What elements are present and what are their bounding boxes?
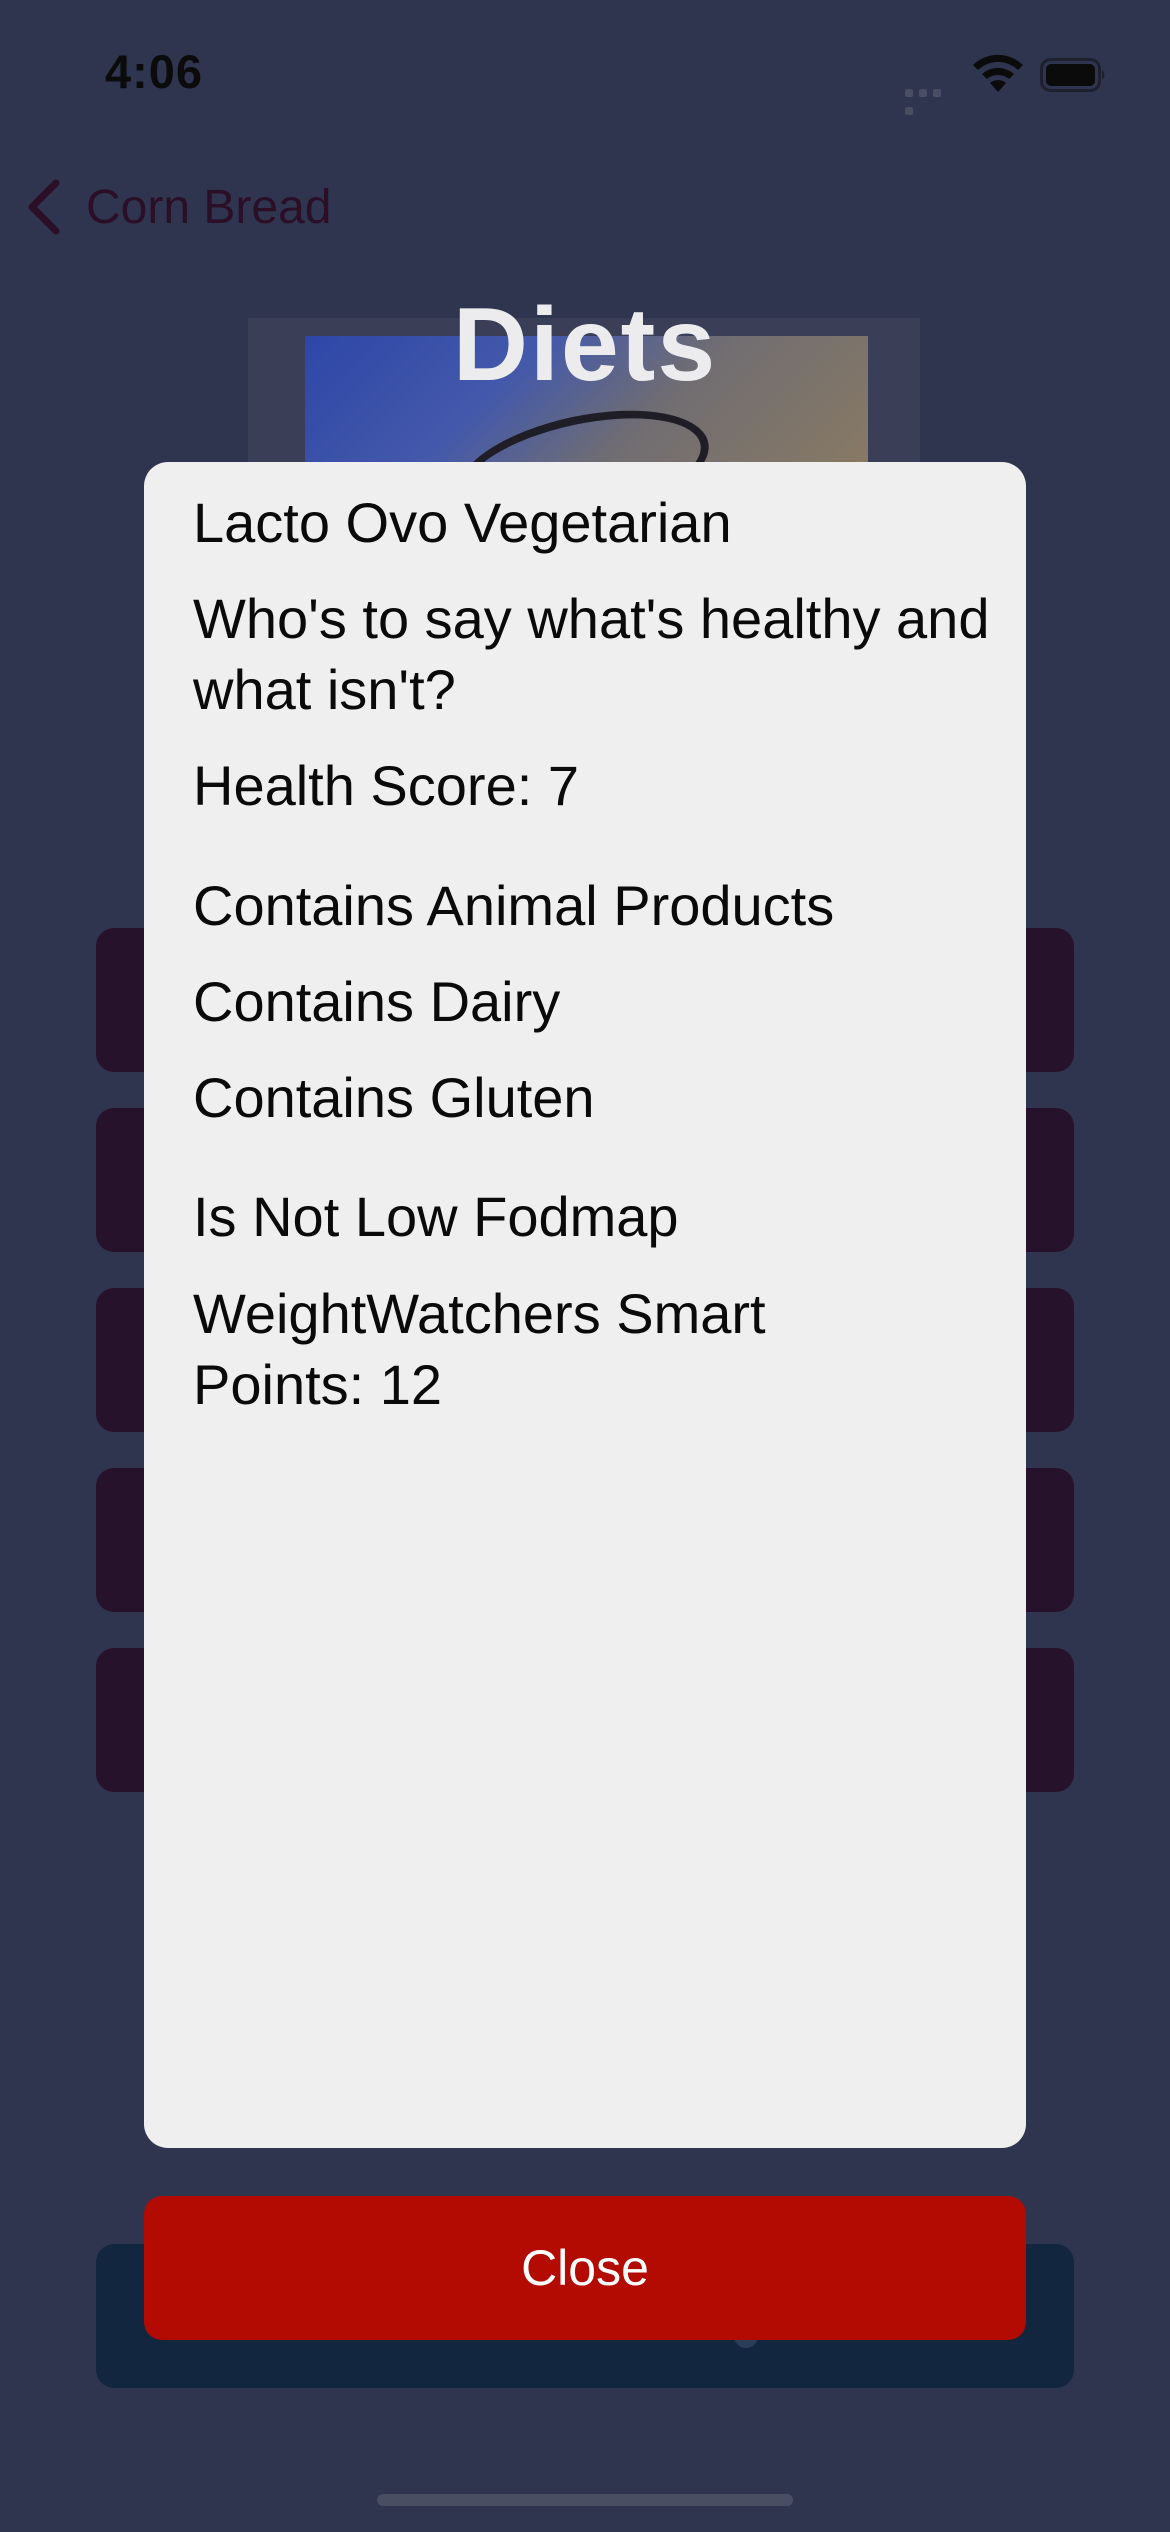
diet-item: Contains Dairy <box>193 970 561 1033</box>
diet-item: Is Not Low Fodmap <box>193 1185 679 1248</box>
wifi-icon <box>973 54 1023 92</box>
status-time: 4:06 <box>105 45 204 98</box>
close-button[interactable]: Close <box>144 2196 1026 2340</box>
battery-icon <box>1040 58 1105 92</box>
status-bar: 4:06 <box>0 0 1170 140</box>
weightwatchers-points: WeightWatchers Smart Points: 12 <box>193 1282 766 1416</box>
diet-item: Lacto Ovo Vegetarian <box>193 491 732 554</box>
health-summary: Who's to say what's healthy and what isn… <box>193 587 990 721</box>
chevron-left-icon <box>28 179 60 235</box>
close-button-label: Close <box>521 2240 649 2296</box>
back-button[interactable]: Corn Bread <box>22 172 331 242</box>
page-title: Diets <box>452 287 718 403</box>
back-button-label: Corn Bread <box>86 180 332 234</box>
cellular-signal-icon <box>905 84 957 115</box>
health-score: Health Score: 7 <box>193 754 579 817</box>
diet-item: Contains Animal Products <box>193 874 835 937</box>
home-indicator[interactable] <box>377 2494 793 2506</box>
diet-item: Contains Gluten <box>193 1066 595 1129</box>
